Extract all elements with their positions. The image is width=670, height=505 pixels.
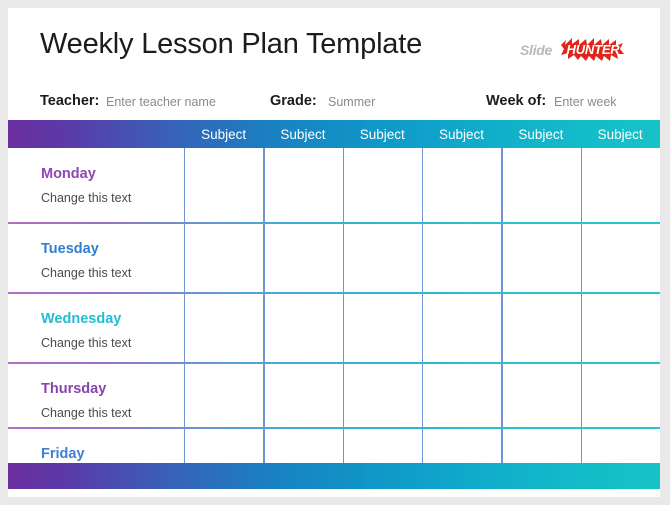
week-of-label: Week of: <box>486 93 547 109</box>
logo-slide-text: Slide <box>520 42 552 58</box>
subject-header-spacer <box>8 120 184 148</box>
footer-bar <box>8 463 660 489</box>
page-title: Weekly Lesson Plan Template <box>40 28 423 60</box>
subject-header-1[interactable]: Subject <box>184 120 263 148</box>
teacher-field[interactable]: Enter teacher name <box>106 95 216 109</box>
grade-field[interactable]: Summer <box>328 95 375 109</box>
day-note-tuesday[interactable]: Change this text <box>41 266 131 280</box>
table-row: Thursday Change this text <box>8 363 660 428</box>
table-row: Tuesday Change this text <box>8 223 660 293</box>
subject-header-6[interactable]: Subject <box>580 120 659 148</box>
slidehunter-logo: Slide HUNTER <box>520 36 625 64</box>
subject-header-5[interactable]: Subject <box>501 120 580 148</box>
logo-hunter-text: HUNTER <box>566 42 620 57</box>
subject-header-4[interactable]: Subject <box>422 120 501 148</box>
day-label-wednesday: Wednesday <box>41 311 122 327</box>
day-label-friday: Friday <box>41 446 85 462</box>
day-note-thursday[interactable]: Change this text <box>41 406 131 420</box>
subject-header-row: Subject Subject Subject Subject Subject Subje… <box>8 120 660 148</box>
lesson-plan-page: Weekly Lesson Plan Template Slide HUNTER… <box>8 8 660 497</box>
day-label-tuesday: Tuesday <box>41 241 99 257</box>
week-of-field[interactable]: Enter week <box>554 95 617 109</box>
day-note-monday[interactable]: Change this text <box>41 191 131 205</box>
day-note-wednesday[interactable]: Change this text <box>41 336 131 350</box>
lesson-table-body: Monday Change this text Tuesday Change this… <box>8 148 660 485</box>
meta-row: Teacher: Enter teacher name Grade: Summe… <box>8 90 660 114</box>
table-row: Monday Change this text <box>8 148 660 223</box>
teacher-label: Teacher: <box>40 93 100 109</box>
day-label-thursday: Thursday <box>41 381 107 397</box>
day-label-monday: Monday <box>41 166 96 182</box>
subject-header-3[interactable]: Subject <box>343 120 422 148</box>
table-row: Wednesday Change this text <box>8 293 660 363</box>
subject-header-2[interactable]: Subject <box>263 120 342 148</box>
grade-label: Grade: <box>270 93 317 109</box>
